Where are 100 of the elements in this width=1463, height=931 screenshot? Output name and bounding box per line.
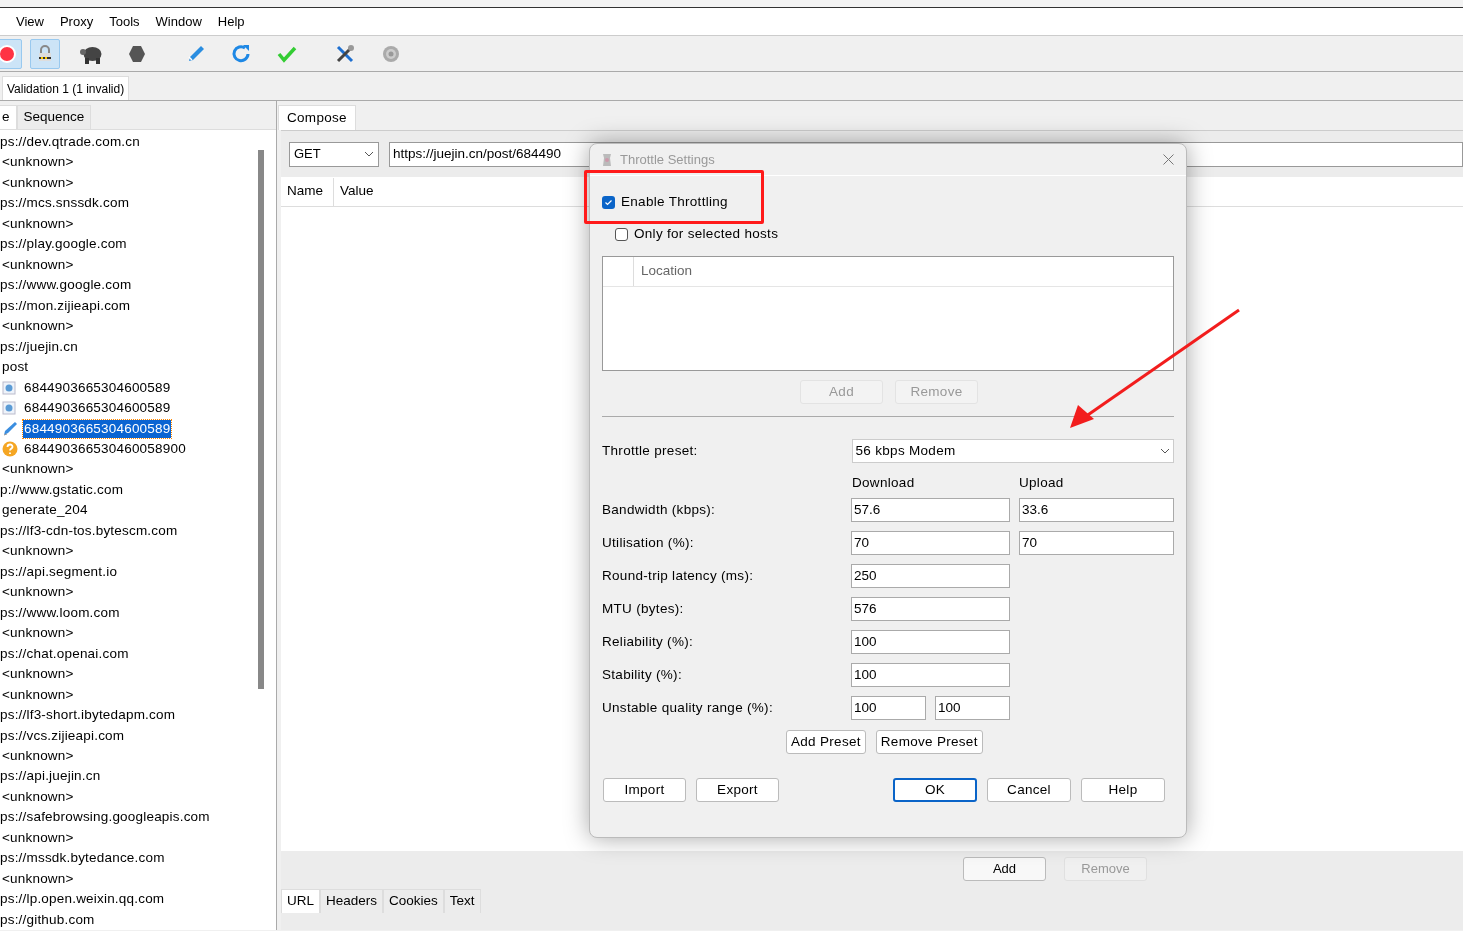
- refresh-icon: [230, 42, 252, 65]
- tree-item[interactable]: ps://github.com: [0, 910, 95, 929]
- preset-value: 56 kbps Modem: [855, 441, 956, 460]
- column-header: Value: [339, 182, 375, 201]
- record-icon: [0, 42, 18, 65]
- tree-item[interactable]: ps://www.loom.com: [0, 603, 120, 622]
- button[interactable]: Export: [696, 778, 779, 802]
- tree-item[interactable]: <unknown>: [2, 460, 74, 479]
- tab[interactable]: Validation 1 (1 invalid): [2, 76, 130, 100]
- menu-item[interactable]: Window: [155, 11, 202, 32]
- button[interactable]: OK: [893, 778, 977, 802]
- menu-item[interactable]: Tools: [109, 11, 140, 32]
- tree-item[interactable]: <unknown>: [2, 828, 74, 847]
- tree-item[interactable]: <unknown>: [2, 747, 74, 765]
- tree-item[interactable]: p://www.gstatic.com: [0, 480, 124, 499]
- tree-item[interactable]: <unknown>: [2, 624, 74, 643]
- tree-item[interactable]: ps://mssdk.bytedance.com: [0, 849, 165, 868]
- tree-item[interactable]: 6844903665304600589: [23, 378, 172, 397]
- input-field[interactable]: 100: [851, 663, 1010, 687]
- tree-item[interactable]: 6844903665304600589: [23, 419, 172, 438]
- input-field[interactable]: 576: [851, 597, 1010, 621]
- input-field[interactable]: 33.6: [1019, 498, 1174, 522]
- tree-item[interactable]: ps://safebrowsing.googleapis.com: [0, 808, 210, 827]
- app-icon: [602, 152, 612, 167]
- tree-item[interactable]: ps://www.google.com: [0, 276, 132, 295]
- button[interactable]: Import: [603, 778, 686, 802]
- field-label: Unstable quality range (%):: [602, 698, 774, 717]
- tree-item[interactable]: ps://vcs.zijieapi.com: [0, 726, 125, 745]
- tree-item[interactable]: ps://lf3-short.ibytedapm.com: [0, 706, 176, 725]
- button[interactable]: Remove Preset: [875, 730, 983, 754]
- checkbox[interactable]: [602, 195, 615, 209]
- checkmark-icon: [604, 197, 613, 207]
- tree-item[interactable]: generate_204: [2, 501, 88, 520]
- tab[interactable]: Sequence: [16, 104, 92, 129]
- column-header: Location: [641, 262, 693, 281]
- input-field[interactable]: 100: [851, 630, 1010, 654]
- field-label: Stability (%):: [602, 665, 683, 684]
- chevron-icon: [364, 151, 374, 157]
- tab[interactable]: Compose: [278, 105, 356, 130]
- tab[interactable]: Headers: [320, 889, 384, 913]
- tree-item[interactable]: <unknown>: [2, 685, 74, 704]
- tools-icon: [334, 42, 356, 65]
- button[interactable]: Add Preset: [786, 730, 866, 754]
- preset-dropdown[interactable]: 56 kbps Modem: [851, 439, 1174, 463]
- tree-item[interactable]: ps://mon.zijieapi.com: [0, 296, 131, 315]
- tree-item[interactable]: ps://juejin.cn: [0, 337, 78, 356]
- field-label: Throttle preset:: [602, 441, 699, 460]
- tree-item[interactable]: ps://dev.qtrade.com.cn: [0, 132, 140, 151]
- tab[interactable]: Cookies: [383, 889, 444, 913]
- chevron-icon: [1160, 448, 1170, 454]
- document-icon: [2, 380, 16, 395]
- menu-item[interactable]: Proxy: [59, 11, 94, 32]
- tree-item[interactable]: <unknown>: [2, 153, 74, 172]
- input-field[interactable]: 57.6: [851, 498, 1010, 522]
- input-field[interactable]: 100: [851, 696, 926, 720]
- tree-item[interactable]: <unknown>: [2, 173, 74, 192]
- tree-item[interactable]: ps://lf3-cdn-tos.bytescm.com: [0, 521, 178, 540]
- column-header: Name: [281, 177, 334, 206]
- input-field[interactable]: 70: [851, 531, 1010, 555]
- document-icon: [2, 401, 16, 416]
- tab[interactable]: URL: [281, 889, 320, 913]
- checkbox-label: Enable Throttling: [621, 192, 728, 211]
- tree-item[interactable]: ps://api.segment.io: [0, 562, 118, 581]
- button[interactable]: Cancel: [987, 778, 1071, 802]
- tree-item[interactable]: <unknown>: [2, 214, 74, 233]
- button[interactable]: Add: [963, 857, 1046, 881]
- menu-item[interactable]: Help: [217, 11, 245, 32]
- field-label: MTU (bytes):: [602, 599, 685, 618]
- input-field[interactable]: 70: [1019, 531, 1174, 555]
- button[interactable]: Help: [1081, 778, 1165, 802]
- tree-item[interactable]: 6844903665304600589: [23, 399, 172, 418]
- column-header: Upload: [1019, 473, 1064, 492]
- field-label: Bandwidth (kbps):: [602, 500, 717, 519]
- close-icon[interactable]: [1163, 154, 1174, 165]
- field-label: Reliability (%):: [602, 632, 695, 651]
- tree-item[interactable]: ps://api.juejin.cn: [0, 767, 101, 786]
- field-label: Round-trip latency (ms):: [602, 566, 755, 585]
- method-value: GET: [294, 145, 321, 164]
- field-label: Utilisation (%):: [602, 533, 695, 552]
- tree-item[interactable]: post: [2, 358, 29, 377]
- tree-item[interactable]: ps://chat.openai.com: [0, 644, 129, 663]
- tree-item[interactable]: <unknown>: [2, 869, 74, 888]
- tab[interactable]: Text: [443, 889, 481, 913]
- tree-item[interactable]: <unknown>: [2, 317, 74, 336]
- menu-item[interactable]: View: [16, 11, 44, 32]
- method-dropdown[interactable]: GET: [289, 141, 379, 167]
- tree-item[interactable]: ps://mcs.snssdk.com: [0, 194, 130, 213]
- scrollbar[interactable]: [258, 150, 264, 689]
- tree-item[interactable]: <unknown>: [2, 255, 74, 274]
- tree-item[interactable]: <unknown>: [2, 542, 74, 561]
- tree-item[interactable]: <unknown>: [2, 787, 74, 806]
- input-field[interactable]: 250: [851, 564, 1010, 588]
- tree-item[interactable]: ps://lp.open.weixin.qq.com: [0, 890, 165, 909]
- checkbox[interactable]: [615, 227, 628, 241]
- tree-item[interactable]: ps://play.google.com: [0, 235, 127, 254]
- tree-item[interactable]: <unknown>: [2, 665, 74, 684]
- input-field[interactable]: 100: [935, 696, 1010, 720]
- tab[interactable]: e: [0, 104, 17, 129]
- tree-item[interactable]: 684490366530460058900: [23, 439, 187, 458]
- tree-item[interactable]: <unknown>: [2, 583, 74, 602]
